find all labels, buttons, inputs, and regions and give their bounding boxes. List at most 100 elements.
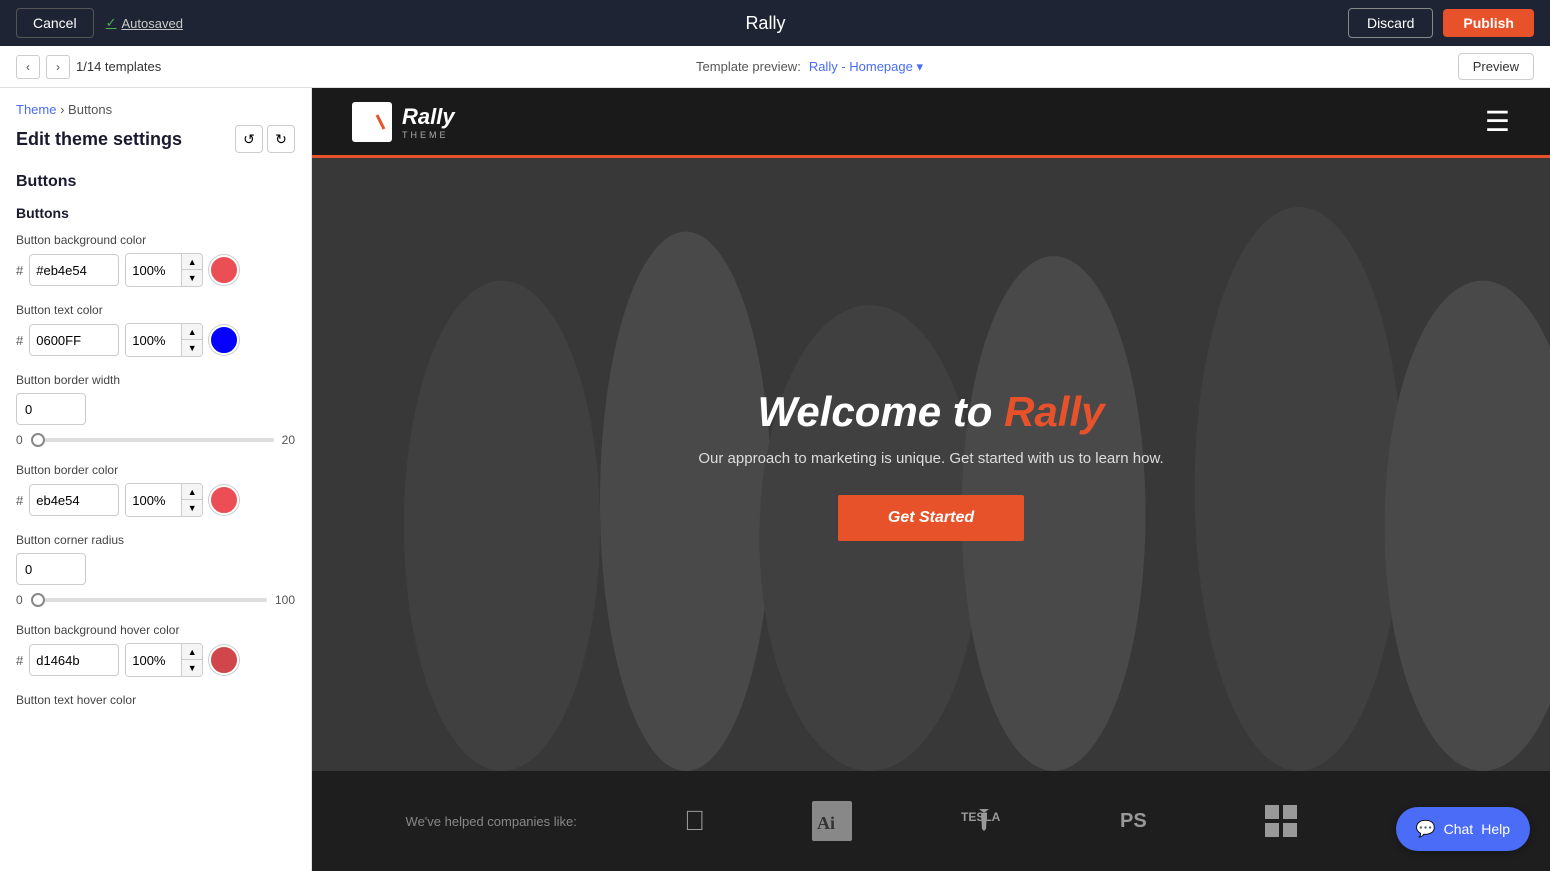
preview-hamburger[interactable]: ☰ xyxy=(1485,105,1510,138)
logo-tesla: TESLA xyxy=(959,801,1009,841)
hero-title-accent: Rally xyxy=(1004,388,1104,435)
bg-hover-color-swatch[interactable] xyxy=(209,645,239,675)
cancel-button[interactable]: Cancel xyxy=(16,8,94,38)
preview-area: Rally THEME ☰ xyxy=(312,88,1550,871)
breadcrumb: Theme › Buttons xyxy=(0,88,311,121)
text-opacity-down[interactable]: ▼ xyxy=(182,340,202,356)
hash-icon-3: # xyxy=(16,493,23,508)
preview-label: Template preview: xyxy=(696,59,801,74)
svg-text:Ai: Ai xyxy=(817,813,835,833)
section-header: Buttons xyxy=(16,173,295,191)
panel-title-actions: ↺ ↻ xyxy=(235,125,295,153)
border-width-max: 20 xyxy=(282,433,295,447)
panel-title-row: Edit theme settings ↺ ↻ xyxy=(0,121,311,165)
corner-radius-min: 0 xyxy=(16,593,23,607)
hash-icon-2: # xyxy=(16,333,23,348)
redo-button[interactable]: ↻ xyxy=(267,125,295,153)
text-color-field: # ▲ ▼ xyxy=(16,323,295,357)
border-width-range-row: 0 20 xyxy=(16,433,295,447)
breadcrumb-theme-link[interactable]: Theme xyxy=(16,102,56,117)
text-color-swatch[interactable] xyxy=(209,325,239,355)
top-bar-right: Discard Publish xyxy=(1348,8,1534,38)
main-layout: Theme › Buttons Edit theme settings ↺ ↻ … xyxy=(0,88,1550,871)
border-color-field: # ▲ ▼ xyxy=(16,483,295,517)
text-color-hex-input[interactable] xyxy=(29,324,119,356)
apple-icon:  xyxy=(684,805,705,837)
template-bar: ‹ › 1/14 templates Template preview: Ral… xyxy=(0,46,1550,88)
next-template-button[interactable]: › xyxy=(46,55,70,79)
hero-subtitle: Our approach to marketing is unique. Get… xyxy=(698,450,1163,467)
preview-logo-text-wrapper: Rally THEME xyxy=(402,104,455,140)
chat-label: Chat xyxy=(1444,821,1474,837)
hero-content: Welcome to Rally Our approach to marketi… xyxy=(678,368,1183,561)
text-opacity-wrapper: ▲ ▼ xyxy=(125,323,203,357)
breadcrumb-separator: › xyxy=(60,102,68,117)
bg-opacity-up[interactable]: ▲ xyxy=(182,254,202,270)
logo-adobe: Ai xyxy=(812,801,852,841)
bg-hover-opacity-up[interactable]: ▲ xyxy=(182,644,202,660)
bg-hover-color-field: # ▲ ▼ xyxy=(16,643,295,677)
preview-logo: Rally THEME xyxy=(352,102,455,142)
hash-icon-1: # xyxy=(16,263,23,278)
preview-button[interactable]: Preview xyxy=(1458,53,1534,80)
text-color-label: Button text color xyxy=(16,303,295,317)
left-panel: Theme › Buttons Edit theme settings ↺ ↻ … xyxy=(0,88,312,871)
bg-hover-color-hex-input[interactable] xyxy=(29,644,119,676)
autosaved-indicator[interactable]: ✓ Autosaved xyxy=(106,15,183,31)
preview-hero: Welcome to Rally Our approach to marketi… xyxy=(312,158,1550,771)
border-opacity-wrapper: ▲ ▼ xyxy=(125,483,203,517)
template-count: 1/14 templates xyxy=(76,59,161,74)
border-width-label: Button border width xyxy=(16,373,295,387)
border-opacity-input[interactable] xyxy=(126,484,181,516)
border-opacity-down[interactable]: ▼ xyxy=(182,500,202,516)
border-color-hex-input[interactable] xyxy=(29,484,119,516)
bg-opacity-wrapper: ▲ ▼ xyxy=(125,253,203,287)
prev-template-button[interactable]: ‹ xyxy=(16,55,40,79)
hero-cta-button[interactable]: Get Started xyxy=(838,495,1024,541)
corner-radius-max: 100 xyxy=(275,593,295,607)
bg-opacity-arrows: ▲ ▼ xyxy=(181,254,202,286)
corner-radius-slider[interactable] xyxy=(31,598,267,602)
subsection-header: Buttons xyxy=(16,205,295,221)
checkmark-icon: ✓ xyxy=(106,15,117,31)
preview-logos-bar: We've helped companies like:  Ai TESLA xyxy=(312,771,1550,871)
bg-color-hex-input[interactable] xyxy=(29,254,119,286)
bg-color-field: # ▲ ▼ xyxy=(16,253,295,287)
preview-logo-icon xyxy=(352,102,392,142)
template-preview-link[interactable]: Rally - Homepage xyxy=(809,59,923,75)
bg-opacity-input[interactable] xyxy=(126,254,181,286)
text-hover-color-label: Button text hover color xyxy=(16,693,295,707)
template-preview-section: Template preview: Rally - Homepage xyxy=(696,59,923,75)
top-bar-left: Cancel ✓ Autosaved xyxy=(16,8,183,38)
border-width-input[interactable] xyxy=(16,393,86,425)
undo-button[interactable]: ↺ xyxy=(235,125,263,153)
svg-text:PS: PS xyxy=(1120,810,1147,832)
bg-hover-opacity-arrows: ▲ ▼ xyxy=(181,644,202,676)
publish-button[interactable]: Publish xyxy=(1443,9,1534,37)
bg-hover-opacity-input[interactable] xyxy=(126,644,181,676)
hero-title-static: Welcome to xyxy=(758,388,1005,435)
text-opacity-up[interactable]: ▲ xyxy=(182,324,202,340)
autosaved-label: Autosaved xyxy=(122,16,183,31)
hero-title: Welcome to Rally xyxy=(698,388,1163,436)
corner-radius-input[interactable] xyxy=(16,553,86,585)
corner-radius-label: Button corner radius xyxy=(16,533,295,547)
website-preview: Rally THEME ☰ xyxy=(312,88,1550,871)
preview-nav: Rally THEME ☰ xyxy=(312,88,1550,158)
border-opacity-up[interactable]: ▲ xyxy=(182,484,202,500)
buttons-section: Buttons Buttons Button background color … xyxy=(0,173,311,729)
text-opacity-input[interactable] xyxy=(126,324,181,356)
panel-title-text: Edit theme settings xyxy=(16,129,182,150)
border-color-label: Button border color xyxy=(16,463,295,477)
chat-help-button[interactable]: 💬 Chat Help xyxy=(1396,807,1530,851)
top-bar: Cancel ✓ Autosaved Rally Discard Publish xyxy=(0,0,1550,46)
bg-color-swatch[interactable] xyxy=(209,255,239,285)
preview-logo-name: Rally xyxy=(402,104,455,129)
template-nav: ‹ › 1/14 templates xyxy=(16,55,161,79)
border-color-swatch[interactable] xyxy=(209,485,239,515)
discard-button[interactable]: Discard xyxy=(1348,8,1433,38)
bg-opacity-down[interactable]: ▼ xyxy=(182,270,202,286)
help-label: Help xyxy=(1481,821,1510,837)
border-width-slider[interactable] xyxy=(31,438,274,442)
bg-hover-opacity-down[interactable]: ▼ xyxy=(182,660,202,676)
